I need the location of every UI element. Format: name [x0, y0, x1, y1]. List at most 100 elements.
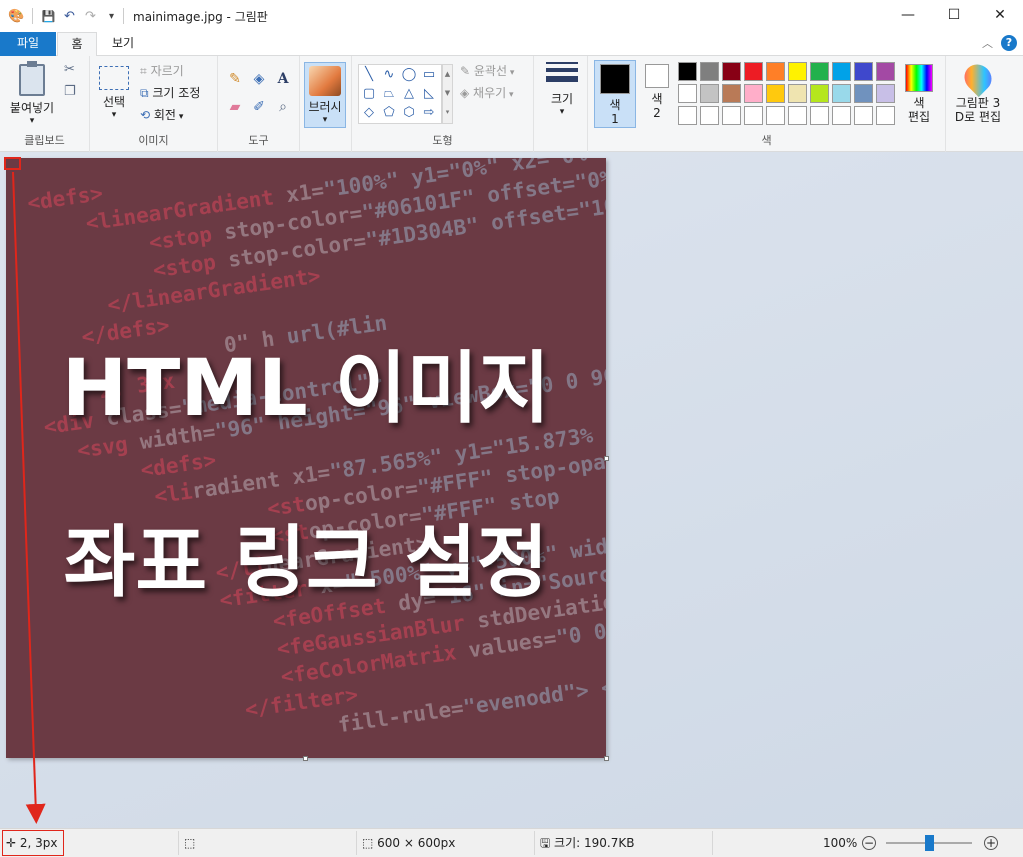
- help-icon[interactable]: ?: [1001, 35, 1017, 51]
- rounded-rectangle-icon[interactable]: ▢: [359, 86, 379, 101]
- minimize-button[interactable]: —: [885, 0, 931, 30]
- shapes-gallery[interactable]: ╲ ∿ ◯ ▭ ▢ ⏢ △ ◺ ◇ ⬠ ⬡ ⇨: [358, 64, 442, 124]
- palette-color-swatch[interactable]: [722, 62, 741, 81]
- crop-button[interactable]: ⌗ 자르기: [140, 62, 184, 79]
- palette-color-swatch[interactable]: [700, 84, 719, 103]
- outline-button[interactable]: ✎ 윤곽선 ▾: [460, 62, 514, 79]
- cut-icon[interactable]: ✂: [64, 62, 75, 77]
- palette-color-swatch[interactable]: [766, 62, 785, 81]
- close-button[interactable]: ✕: [977, 0, 1023, 30]
- arrow-shape-icon[interactable]: ⇨: [419, 105, 439, 120]
- paste-label: 붙여넣기: [9, 101, 55, 115]
- tab-file[interactable]: 파일: [0, 32, 56, 56]
- palette-color-swatch[interactable]: [854, 106, 873, 125]
- palette-color-swatch[interactable]: [766, 106, 785, 125]
- right-triangle-icon[interactable]: ◺: [419, 86, 439, 101]
- copy-icon[interactable]: ❐: [64, 84, 76, 99]
- palette-color-swatch[interactable]: [700, 62, 719, 81]
- rotate-button[interactable]: ⟲ 회전 ▾: [140, 106, 183, 123]
- rotate-icon: ⟲: [140, 108, 154, 122]
- save-icon[interactable]: 💾: [40, 8, 57, 25]
- text-icon[interactable]: A: [274, 70, 292, 88]
- line-shape-icon[interactable]: ╲: [359, 67, 379, 82]
- color1-button[interactable]: 색 1: [594, 60, 636, 128]
- hexagon-shape-icon[interactable]: ⬡: [399, 105, 419, 120]
- palette-color-swatch[interactable]: [766, 84, 785, 103]
- window-controls: — ☐ ✕: [885, 0, 1023, 30]
- resize-button[interactable]: ⧉ 크기 조정: [140, 84, 200, 101]
- palette-color-swatch[interactable]: [722, 84, 741, 103]
- maximize-button[interactable]: ☐: [931, 0, 977, 30]
- magnifier-icon[interactable]: ⌕: [274, 98, 292, 116]
- palette-color-swatch[interactable]: [788, 84, 807, 103]
- select-button[interactable]: 선택 ▾: [96, 66, 132, 120]
- edit-colors-label-2: 편집: [907, 110, 931, 124]
- divider: [178, 831, 179, 855]
- color-picker-icon[interactable]: ✐: [250, 98, 268, 116]
- palette-color-swatch[interactable]: [678, 84, 697, 103]
- tab-home[interactable]: 홈: [57, 32, 97, 57]
- palette-color-swatch[interactable]: [854, 84, 873, 103]
- rectangle-shape-icon[interactable]: ▭: [419, 67, 439, 82]
- palette-color-swatch[interactable]: [678, 106, 697, 125]
- oval-shape-icon[interactable]: ◯: [399, 67, 419, 82]
- paint-app-icon[interactable]: 🎨: [8, 8, 25, 25]
- palette-color-swatch[interactable]: [876, 84, 895, 103]
- palette-color-swatch[interactable]: [788, 106, 807, 125]
- resize-handle-corner[interactable]: [604, 756, 609, 761]
- palette-color-swatch[interactable]: [722, 106, 741, 125]
- palette-color-swatch[interactable]: [744, 84, 763, 103]
- tab-view[interactable]: 보기: [100, 32, 146, 56]
- eraser-icon[interactable]: ▰: [226, 98, 244, 116]
- zoom-slider-thumb[interactable]: [925, 835, 934, 851]
- canvas-image[interactable]: height="450" viewBox="0 0 800 450"<defs>…: [6, 158, 606, 758]
- palette-color-swatch[interactable]: [876, 106, 895, 125]
- palette-color-swatch[interactable]: [876, 62, 895, 81]
- palette-color-swatch[interactable]: [832, 106, 851, 125]
- palette-color-swatch[interactable]: [744, 62, 763, 81]
- fill-bucket-icon[interactable]: ◈: [250, 70, 268, 88]
- undo-icon[interactable]: ↶: [61, 8, 78, 25]
- fill-button[interactable]: ◈ 채우기 ▾: [460, 84, 514, 101]
- pentagon-shape-icon[interactable]: ⬠: [379, 105, 399, 120]
- palette-color-swatch[interactable]: [854, 62, 873, 81]
- palette-color-swatch[interactable]: [832, 84, 851, 103]
- resize-handle-right[interactable]: [604, 456, 609, 461]
- canvas-area[interactable]: height="450" viewBox="0 0 800 450"<defs>…: [0, 152, 1023, 828]
- image-size-value: 600 × 600px: [377, 836, 456, 850]
- customize-dropdown-icon[interactable]: ▾: [103, 8, 120, 25]
- zoom-in-button[interactable]: +: [984, 836, 998, 850]
- palette-color-swatch[interactable]: [788, 62, 807, 81]
- file-size: 🖫 크기: 190.7KB: [540, 829, 634, 857]
- palette-color-swatch[interactable]: [810, 62, 829, 81]
- image-size: ⬚ 600 × 600px: [362, 829, 455, 857]
- image-group: 선택 ▾ ⌗ 자르기 ⧉ 크기 조정 ⟲ 회전 ▾ 이미지: [90, 56, 218, 152]
- zoom-out-button[interactable]: −: [862, 836, 876, 850]
- edit-with-paint3d-button[interactable]: 그림판 3 D로 편집: [950, 58, 1006, 124]
- palette-color-swatch[interactable]: [810, 106, 829, 125]
- rainbow-icon: [905, 64, 933, 92]
- diamond-shape-icon[interactable]: ◇: [359, 105, 379, 120]
- collapse-ribbon-icon[interactable]: ︿: [982, 35, 993, 51]
- edit-colors-button[interactable]: 색 편집: [900, 64, 938, 124]
- palette-color-swatch[interactable]: [700, 106, 719, 125]
- shapes-scrollbar[interactable]: ▲ ▼ ▾: [442, 64, 453, 124]
- select-label: 선택: [102, 95, 126, 109]
- clipboard-icon: [19, 61, 45, 96]
- redo-icon[interactable]: ↷: [82, 8, 99, 25]
- color1-swatch: [600, 64, 630, 94]
- palette-color-swatch[interactable]: [810, 84, 829, 103]
- clipboard-group: 붙여넣기 ▾ ✂ ❐ 클립보드: [0, 56, 90, 152]
- color2-number: 2: [653, 106, 661, 120]
- resize-handle-bottom[interactable]: [303, 756, 308, 761]
- polygon-shape-icon[interactable]: ⏢: [379, 86, 399, 101]
- palette-color-swatch[interactable]: [678, 62, 697, 81]
- triangle-shape-icon[interactable]: △: [399, 86, 419, 101]
- pencil-icon[interactable]: ✎: [226, 70, 244, 88]
- paste-button[interactable]: 붙여넣기 ▾: [6, 61, 58, 126]
- curve-shape-icon[interactable]: ∿: [379, 67, 399, 82]
- palette-color-swatch[interactable]: [832, 62, 851, 81]
- color2-button[interactable]: 색 2: [640, 64, 674, 120]
- palette-color-swatch[interactable]: [744, 106, 763, 125]
- size-button[interactable]: 크기 ▾: [540, 62, 584, 117]
